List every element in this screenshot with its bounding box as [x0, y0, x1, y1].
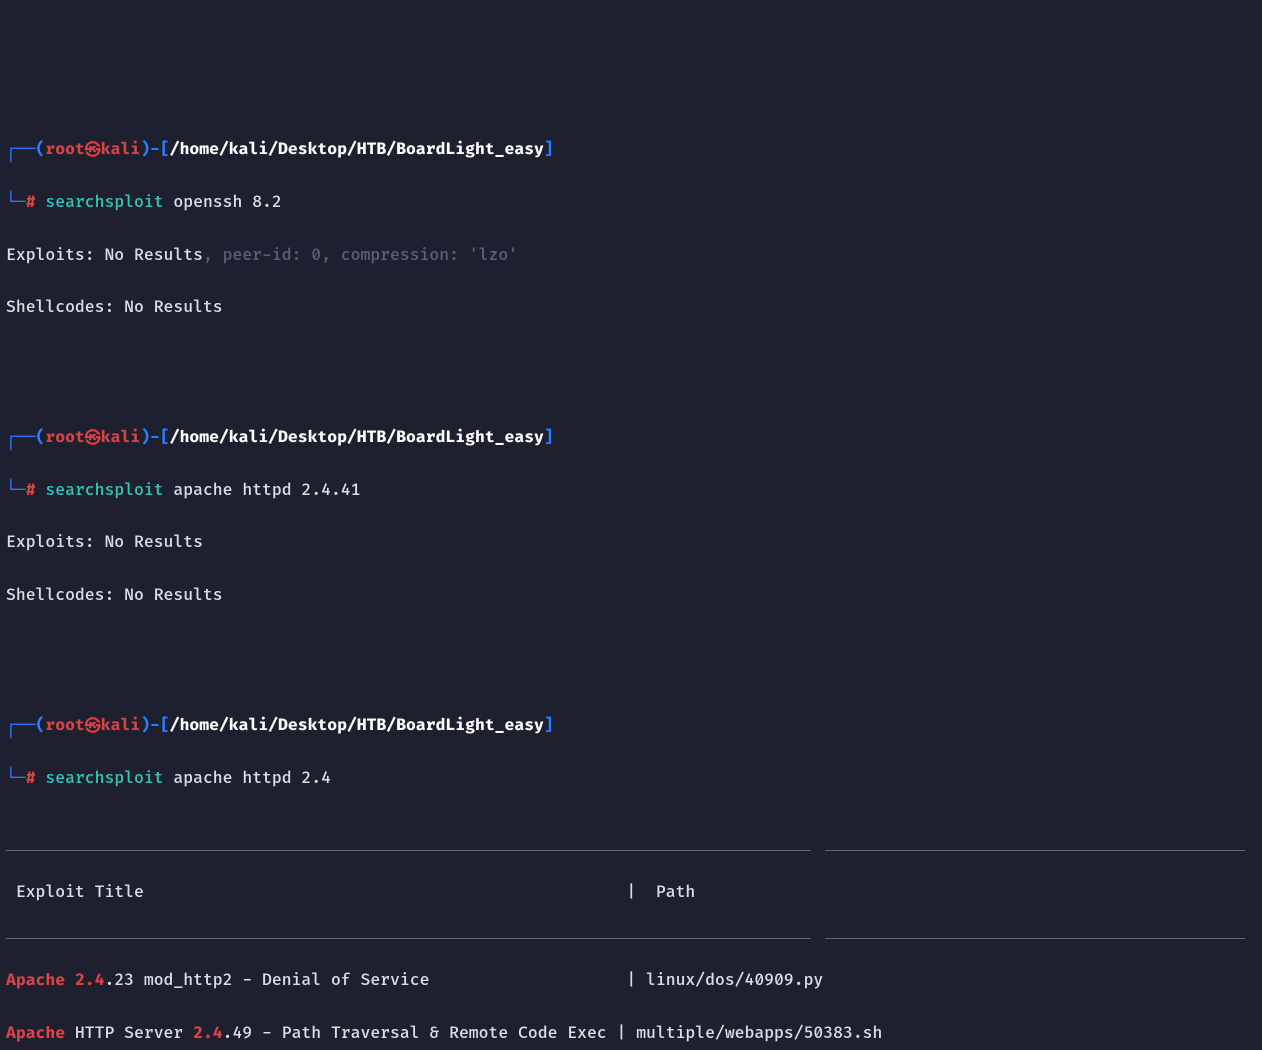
prompt-l2-open: └─ [6, 480, 26, 500]
output-line: Shellcodes: No Results [6, 582, 1256, 608]
command-tool: searchsploit [45, 480, 163, 500]
row-path: linux/dos/40909.py [636, 970, 823, 990]
skull-icon: ㉿ [85, 137, 101, 163]
row-text [65, 970, 75, 990]
command-tool: searchsploit [45, 768, 163, 788]
prompt-user: root [45, 715, 84, 735]
match-highlight: 2.4 [75, 970, 105, 990]
skull-icon: ㉿ [85, 713, 101, 739]
command-args: apache httpd 2.4 [164, 768, 331, 788]
row-text: HTTP Server [65, 1023, 193, 1043]
row-path: multiple/webapps/50383.sh [626, 1023, 882, 1043]
prompt-l2-open: └─ [6, 192, 26, 212]
prompt-path-close: ] [544, 139, 554, 159]
prompt-path: /home/kali/Desktop/HTB/BoardLight_easy [170, 427, 544, 447]
prompt-box-close: )-[ [140, 427, 170, 447]
prompt-line-2[interactable]: └─# searchsploit openssh 8.2 [6, 189, 1256, 215]
output-text: Exploits: No Results [6, 245, 203, 265]
output-line: Exploits: No Results [6, 529, 1256, 555]
row-sep: | [617, 1023, 627, 1043]
prompt-line-1: ┌──(root㉿kali)-[/home/kali/Desktop/HTB/B… [6, 136, 1256, 162]
header-sep: | [626, 882, 636, 902]
match-highlight: 2.4 [193, 1023, 223, 1043]
prompt-box-open: ┌──( [6, 715, 45, 735]
match-highlight: Apache [6, 970, 65, 990]
prompt-user: root [45, 427, 84, 447]
prompt-line-2[interactable]: └─# searchsploit apache httpd 2.4.41 [6, 477, 1256, 503]
command-tool: searchsploit [45, 192, 163, 212]
match-highlight: Apache [6, 1023, 65, 1043]
prompt-hash: # [26, 192, 36, 212]
prompt-host: kali [101, 715, 140, 735]
output-line: Shellcodes: No Results [6, 294, 1256, 320]
table-row: Apache 2.4.23 mod_http2 - Denial of Serv… [6, 967, 1256, 993]
row-sep: | [626, 970, 636, 990]
prompt-user: root [45, 139, 84, 159]
prompt-line-1: ┌──(root㉿kali)-[/home/kali/Desktop/HTB/B… [6, 424, 1256, 450]
command-args: apache httpd 2.4.41 [164, 480, 361, 500]
prompt-path: /home/kali/Desktop/HTB/BoardLight_easy [170, 139, 544, 159]
prompt-box-open: ┌──( [6, 139, 45, 159]
table-row: Apache HTTP Server 2.4.49 - Path Travers… [6, 1020, 1256, 1046]
prompt-host: kali [101, 139, 140, 159]
table-header: Exploit Title | Path [6, 879, 1256, 905]
prompt-hash: # [26, 768, 36, 788]
prompt-hash: # [26, 480, 36, 500]
output-dim: , peer-id: 0, compression: 'lzo' [203, 245, 518, 265]
prompt-host: kali [101, 427, 140, 447]
prompt-box-close: )-[ [140, 715, 170, 735]
prompt-path: /home/kali/Desktop/HTB/BoardLight_easy [170, 715, 544, 735]
row-text: .23 mod_http2 - Denial of Service [104, 970, 626, 990]
table-divider-top [6, 844, 1256, 853]
command-args: openssh 8.2 [164, 192, 282, 212]
prompt-path-close: ] [544, 427, 554, 447]
prompt-line-1: ┌──(root㉿kali)-[/home/kali/Desktop/HTB/B… [6, 712, 1256, 738]
prompt-path-close: ] [544, 715, 554, 735]
table-divider-mid [6, 932, 1256, 941]
output-line: Exploits: No Results, peer-id: 0, compre… [6, 242, 1256, 268]
prompt-l2-open: └─ [6, 768, 26, 788]
prompt-line-2[interactable]: └─# searchsploit apache httpd 2.4 [6, 765, 1256, 791]
prompt-box-close: )-[ [140, 139, 170, 159]
header-exploit-title: Exploit Title [6, 882, 144, 902]
header-path: Path [646, 882, 695, 902]
prompt-box-open: ┌──( [6, 427, 45, 447]
skull-icon: ㉿ [85, 425, 101, 451]
row-text: .49 - Path Traversal & Remote Code Exec [223, 1023, 617, 1043]
